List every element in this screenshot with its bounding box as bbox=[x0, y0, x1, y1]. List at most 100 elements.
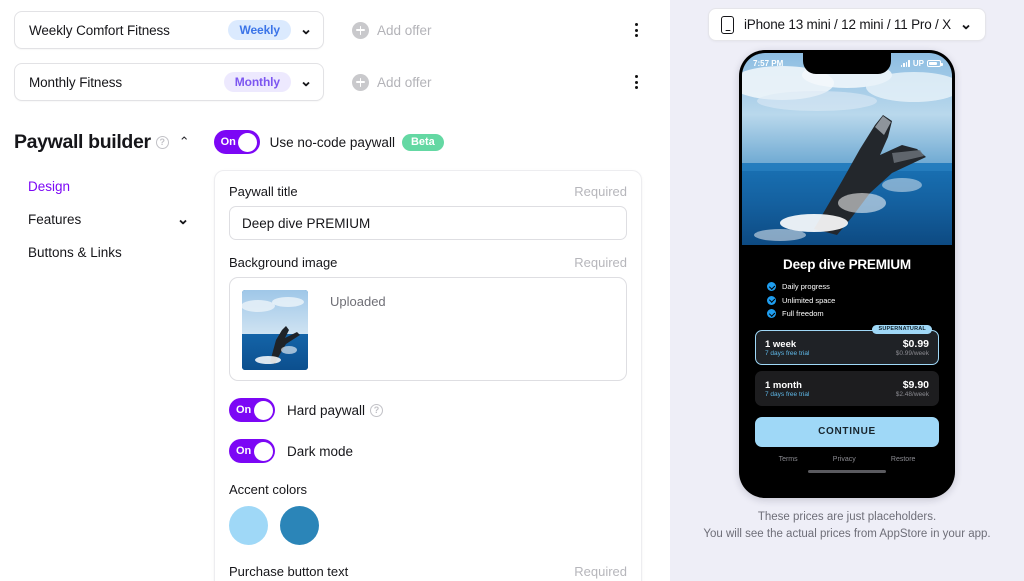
phone-icon bbox=[721, 15, 734, 34]
plan-badge: SUPERNATURAL bbox=[872, 324, 932, 334]
restore-link[interactable]: Restore bbox=[891, 456, 916, 463]
paywall-sheet: Deep dive PREMIUM Daily progress Unlimit… bbox=[742, 245, 952, 495]
phone-screen: 7:57 PM UP Deep dive PREMIUM Daily progr… bbox=[742, 53, 952, 495]
paywall-title-input[interactable]: Deep dive PREMIUM bbox=[229, 206, 627, 240]
background-image-upload[interactable]: Uploaded bbox=[229, 277, 627, 381]
plan-option-week[interactable]: SUPERNATURAL 1 week $0.99 7 days free tr… bbox=[755, 324, 939, 365]
plan-list: SUPERNATURAL 1 week $0.99 7 days free tr… bbox=[755, 324, 939, 412]
nocode-paywall-label: Use no-code paywall bbox=[269, 134, 395, 150]
required-label: Required bbox=[574, 564, 627, 579]
offer-period-badge: Monthly bbox=[223, 72, 291, 92]
background-image-field-header: Background image Required bbox=[229, 255, 627, 270]
privacy-link[interactable]: Privacy bbox=[833, 456, 856, 463]
toggle-state-label: On bbox=[220, 136, 236, 148]
status-indicators: UP bbox=[900, 59, 943, 68]
offer-row: Monthly Fitness Monthly ⌄ Add offer bbox=[14, 60, 670, 104]
sidebar-item-design[interactable]: Design bbox=[28, 170, 214, 203]
continue-button[interactable]: CONTINUE bbox=[755, 416, 939, 447]
chevron-down-icon[interactable]: ⌄ bbox=[176, 212, 190, 227]
carrier-label: UP bbox=[912, 59, 924, 68]
feature-label: Full freedom bbox=[782, 309, 824, 318]
signal-icon bbox=[900, 60, 910, 67]
chevron-down-icon[interactable]: ⌄ bbox=[299, 74, 313, 89]
required-label: Required bbox=[574, 255, 627, 270]
toggle-knob bbox=[238, 132, 258, 152]
plus-icon bbox=[352, 21, 369, 39]
offer-menu-icon[interactable] bbox=[628, 72, 644, 91]
feature-item: Unlimited space bbox=[761, 295, 939, 305]
nocode-paywall-toggle[interactable]: On bbox=[213, 130, 260, 154]
paywall-builder-page: Weekly Comfort Fitness Weekly ⌄ Add offe… bbox=[0, 0, 1024, 581]
plus-icon bbox=[352, 73, 369, 91]
offer-select-monthly[interactable]: Monthly Fitness Monthly ⌄ bbox=[14, 63, 324, 101]
status-time: 7:57 PM bbox=[753, 59, 784, 68]
preview-paywall-title: Deep dive PREMIUM bbox=[783, 257, 911, 272]
sidebar-item-features[interactable]: Features ⌄ bbox=[28, 203, 214, 236]
plan-main-row: 1 week $0.99 bbox=[765, 338, 929, 350]
feature-item: Daily progress bbox=[761, 282, 939, 291]
beta-badge: Beta bbox=[401, 133, 444, 151]
help-icon[interactable]: ? bbox=[370, 403, 384, 417]
preview-note-line2: You will see the actual prices from AppS… bbox=[703, 527, 991, 540]
offer-select-weekly[interactable]: Weekly Comfort Fitness Weekly ⌄ bbox=[14, 11, 324, 49]
design-form-card: Paywall title Required Deep dive PREMIUM… bbox=[214, 170, 642, 581]
accent-colors-label: Accent colors bbox=[229, 482, 308, 497]
feature-item: Full freedom bbox=[761, 309, 939, 318]
builder-sidebar: Design Features ⌄ Buttons & Links bbox=[0, 170, 214, 581]
plan-price: $9.90 bbox=[902, 378, 929, 391]
terms-link[interactable]: Terms bbox=[779, 456, 798, 463]
status-bar: 7:57 PM UP bbox=[742, 53, 952, 74]
chevron-down-icon[interactable]: ⌄ bbox=[959, 17, 973, 32]
add-offer-button[interactable]: Add offer bbox=[352, 21, 432, 39]
offer-menu-icon[interactable] bbox=[628, 20, 644, 39]
accent-color-swatches bbox=[229, 506, 627, 545]
paywall-title-field-header: Paywall title Required bbox=[229, 184, 627, 199]
field-label: Background image bbox=[229, 255, 338, 270]
plan-sub-row: 7 days free trial $2.48/week bbox=[765, 391, 929, 398]
check-icon bbox=[767, 309, 776, 318]
preview-column: iPhone 13 mini / 12 mini / 11 Pro / X ⌄ bbox=[670, 0, 1024, 581]
background-thumbnail[interactable] bbox=[242, 290, 308, 370]
feature-label: Daily progress bbox=[782, 282, 830, 291]
device-selector[interactable]: iPhone 13 mini / 12 mini / 11 Pro / X ⌄ bbox=[708, 8, 986, 41]
plan-trial: 7 days free trial bbox=[765, 349, 810, 357]
feature-list: Daily progress Unlimited space Full free… bbox=[755, 282, 939, 323]
accent-swatch-secondary[interactable] bbox=[280, 506, 319, 545]
hard-paywall-row: On Hard paywall ? bbox=[229, 398, 627, 422]
chevron-down-icon[interactable]: ⌄ bbox=[299, 22, 313, 37]
home-indicator bbox=[808, 469, 886, 473]
toggle-state-label: On bbox=[236, 404, 252, 416]
plan-option-month[interactable]: 1 month $9.90 7 days free trial $2.48/we… bbox=[755, 370, 939, 406]
footer-links: Terms Privacy Restore bbox=[755, 456, 939, 463]
add-offer-button[interactable]: Add offer bbox=[352, 73, 432, 91]
toggle-knob bbox=[253, 400, 273, 420]
add-offer-label: Add offer bbox=[377, 22, 432, 38]
check-icon bbox=[767, 282, 776, 291]
field-label: Paywall title bbox=[229, 184, 298, 199]
offer-period-badge: Weekly bbox=[228, 20, 291, 40]
plan-name: 1 week bbox=[765, 338, 797, 350]
builder-body: Design Features ⌄ Buttons & Links Paywal… bbox=[0, 170, 670, 581]
chevron-up-icon[interactable]: ⌃ bbox=[179, 134, 190, 150]
plan-trial: 7 days free trial bbox=[765, 390, 810, 398]
paywall-hero-image: 7:57 PM UP bbox=[742, 53, 952, 245]
plan-sub-row: 7 days free trial $0.99/week bbox=[765, 350, 929, 357]
feature-label: Unlimited space bbox=[782, 295, 836, 305]
required-label: Required bbox=[574, 184, 627, 199]
offer-name: Monthly Fitness bbox=[29, 74, 123, 90]
dark-mode-label: Dark mode bbox=[287, 443, 354, 459]
help-icon[interactable]: ? bbox=[155, 135, 169, 149]
hard-paywall-toggle[interactable]: On bbox=[229, 398, 275, 422]
dark-mode-toggle[interactable]: On bbox=[229, 439, 275, 463]
add-offer-label: Add offer bbox=[377, 74, 432, 90]
sidebar-item-buttons-links[interactable]: Buttons & Links bbox=[28, 236, 214, 269]
plan-per-week: $2.48/week bbox=[895, 390, 929, 398]
upload-status-label: Uploaded bbox=[330, 294, 386, 309]
preview-note: These prices are just placeholders. You … bbox=[687, 509, 1007, 542]
plan-price: $0.99 bbox=[902, 337, 929, 350]
sidebar-item-label: Design bbox=[28, 179, 71, 194]
device-name-label: iPhone 13 mini / 12 mini / 11 Pro / X bbox=[744, 17, 951, 32]
accent-swatch-primary[interactable] bbox=[229, 506, 268, 545]
dark-mode-row: On Dark mode bbox=[229, 439, 627, 463]
offers-list: Weekly Comfort Fitness Weekly ⌄ Add offe… bbox=[0, 0, 670, 104]
